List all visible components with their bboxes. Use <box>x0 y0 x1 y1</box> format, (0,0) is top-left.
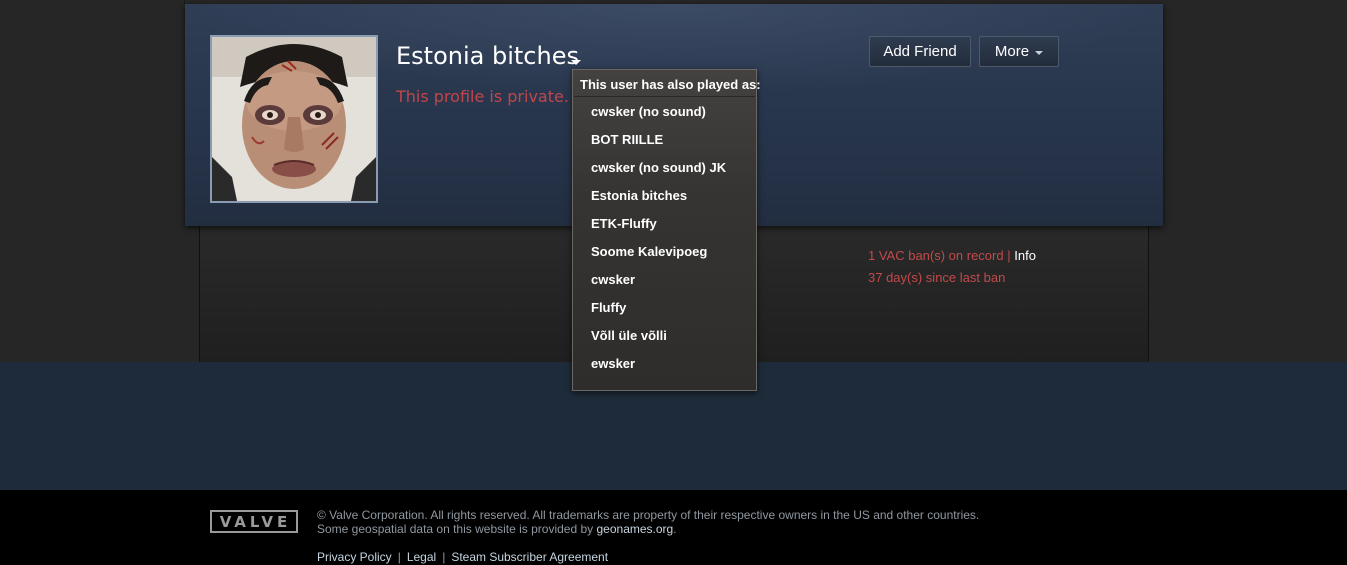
geo-period: . <box>673 522 677 536</box>
vac-ban-count: 1 VAC ban(s) on record <box>868 248 1004 263</box>
privacy-policy-link[interactable]: Privacy Policy <box>317 550 392 564</box>
page-footer: VALVE © Valve Corporation. All rights re… <box>0 490 1347 565</box>
alias-item: ETK-Fluffy <box>591 216 657 231</box>
alias-item: Estonia bitches <box>591 188 688 203</box>
more-button[interactable]: More <box>979 36 1059 67</box>
geospatial-notice: Some geospatial data on this website is … <box>317 522 979 536</box>
footer-links: Privacy Policy | Legal | Steam Subscriber Ag… <box>317 550 608 564</box>
persona-name: Estonia bitches <box>396 42 579 70</box>
alias-item: cwsker <box>591 272 636 287</box>
footer-legal-text: © Valve Corporation. All rights reserved… <box>317 508 979 536</box>
legal-link[interactable]: Legal <box>407 550 436 564</box>
alias-item: Soome Kalevipoeg <box>591 244 708 259</box>
user-avatar-image <box>212 37 376 201</box>
vac-ban-status: 1 VAC ban(s) on record | Info 37 day(s) … <box>868 245 1036 289</box>
valve-logo-text: VALVE <box>219 512 292 531</box>
alias-item: Fluffy <box>591 300 627 315</box>
add-friend-button[interactable]: Add Friend <box>869 36 971 67</box>
alias-dropdown-heading: This user has also played as: <box>580 77 761 92</box>
alias-list: cwsker (no sound) BOT RIILLE cwsker (no … <box>573 98 756 378</box>
footer-link-separator: | <box>442 550 446 564</box>
ban-separator: | <box>1007 248 1011 263</box>
days-since-ban: 37 day(s) since last ban <box>868 270 1006 285</box>
add-friend-label: Add Friend <box>883 43 957 60</box>
alias-history-dropdown: This user has also played as: cwsker (no… <box>572 69 761 391</box>
avatar[interactable] <box>210 35 378 203</box>
ban-info-link[interactable]: Info <box>1014 248 1036 263</box>
geo-text: Some geospatial data on this website is … <box>317 522 597 536</box>
subscriber-agreement-link[interactable]: Steam Subscriber Agreement <box>451 550 608 564</box>
alias-item: cwsker (no sound) JK <box>591 160 727 175</box>
alias-item: BOT RIILLE <box>591 132 664 147</box>
footer-link-separator: | <box>397 550 401 564</box>
alias-item: ewsker <box>591 356 636 371</box>
valve-logo[interactable]: VALVE <box>210 510 298 533</box>
profile-private-message: This profile is private. <box>396 87 569 106</box>
chevron-down-icon <box>1035 50 1044 55</box>
alias-item: cwsker (no sound) <box>591 104 706 119</box>
geonames-link[interactable]: geonames.org <box>597 522 674 536</box>
more-label: More <box>994 43 1030 60</box>
alias-item: Võll üle võlli <box>591 328 667 343</box>
caret-down-icon[interactable] <box>571 60 581 65</box>
divider <box>574 96 755 97</box>
copyright-text: © Valve Corporation. All rights reserved… <box>317 508 980 522</box>
